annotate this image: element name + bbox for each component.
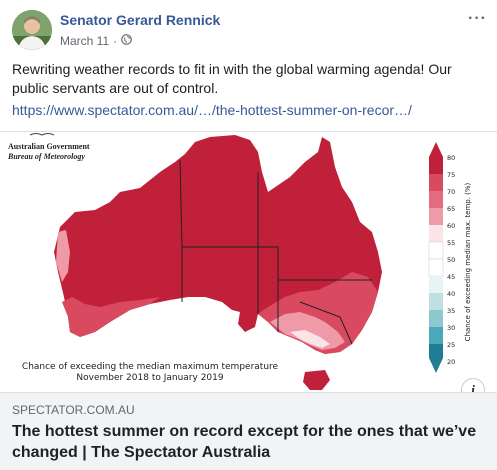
legend-tick: 40 [447, 290, 455, 298]
color-legend [428, 142, 444, 373]
org-line-2: Bureau of Meteorology [8, 152, 85, 161]
card-domain: SPECTATOR.COM.AU [12, 403, 135, 417]
legend-tick: 35 [447, 307, 455, 315]
card-footer[interactable]: SPECTATOR.COM.AU The hottest summer on r… [0, 392, 497, 470]
map-caption: Chance of exceeding the median maximum t… [0, 362, 300, 384]
coat-of-arms-icon [29, 133, 55, 136]
org-line-1: Australian Government [8, 142, 90, 151]
card-title[interactable]: The hottest summer on record except for … [12, 421, 487, 463]
legend-tick: 80 [447, 154, 455, 162]
caption-line-1: Chance of exceeding the median maximum t… [21, 362, 279, 372]
legend-tick: 45 [447, 273, 455, 281]
post-header: Senator Gerard Rennick March 11 · ··· [12, 10, 487, 52]
caption-line-2: November 2018 to January 2019 [76, 373, 224, 383]
avatar[interactable] [12, 10, 52, 50]
bom-logo-text: Australian Government Bureau of Meteorol… [8, 142, 90, 162]
preview-image[interactable]: 80 75 70 65 60 55 50 45 40 35 30 25 20 C… [0, 132, 497, 392]
post-date[interactable]: March 11 [60, 34, 109, 48]
legend-ticks: 80 75 70 65 60 55 50 45 40 35 30 25 20 [447, 154, 455, 366]
legend-tick: 70 [447, 188, 455, 196]
legend-tick: 30 [447, 324, 455, 332]
separator-dot: · [113, 34, 118, 48]
author-name[interactable]: Senator Gerard Rennick [60, 12, 220, 28]
post-link[interactable]: https://www.spectator.com.au/…/the-hotte… [12, 102, 412, 118]
tasmania-shape [303, 370, 330, 390]
legend-tick: 75 [447, 171, 455, 179]
legend-tick: 55 [447, 239, 455, 247]
australia-map: 80 75 70 65 60 55 50 45 40 35 30 25 20 C… [29, 133, 472, 390]
legend-tick: 60 [447, 222, 455, 230]
legend-tick: 20 [447, 358, 455, 366]
legend-tick: 50 [447, 256, 455, 264]
post-meta: March 11 · [60, 34, 132, 48]
legend-title: Chance of exceeding median max. temp. (%… [464, 182, 472, 341]
globe-icon [121, 34, 132, 48]
more-options-icon[interactable]: ··· [468, 10, 487, 28]
link-preview-card[interactable]: 80 75 70 65 60 55 50 45 40 35 30 25 20 C… [0, 131, 497, 470]
legend-tick: 65 [447, 205, 455, 213]
legend-tick: 25 [447, 341, 455, 349]
post-text: Rewriting weather records to fit in with… [12, 61, 452, 96]
